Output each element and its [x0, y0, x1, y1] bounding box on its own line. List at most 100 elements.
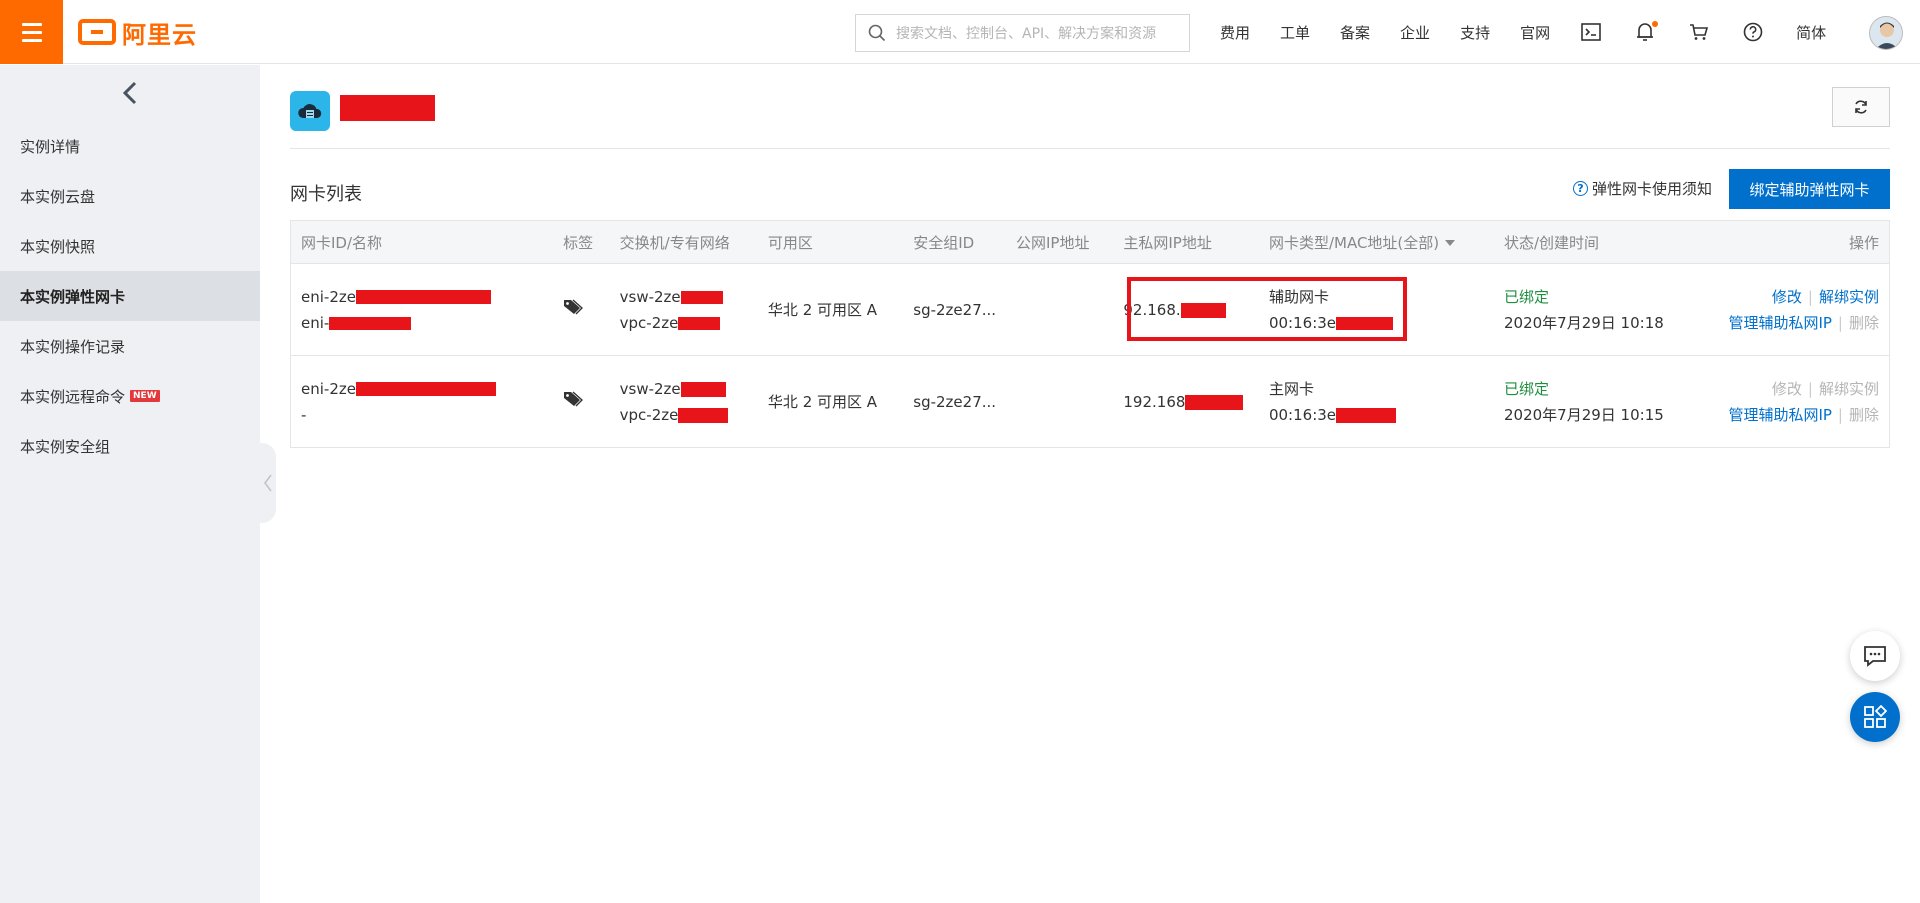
sidebar-item-instance-details[interactable]: 实例详情 [0, 121, 260, 171]
eni-name: - [301, 405, 307, 424]
tag-icon[interactable] [563, 390, 584, 407]
redacted-block [355, 290, 491, 304]
dropdown-triangle-icon [1445, 240, 1456, 246]
col-header-zone: 可用区 [757, 220, 904, 264]
table-header-row: 网卡ID/名称 标签 交换机/专有网络 可用区 安全组ID 公网IP地址 主私网… [290, 220, 1890, 264]
col-header-status: 状态/创建时间 [1493, 220, 1664, 264]
col-header-sg: 安全组ID [903, 220, 1006, 264]
redacted-block [678, 407, 729, 423]
terminal-icon[interactable] [1580, 21, 1602, 43]
apps-grid-icon [1864, 705, 1887, 728]
notification-dot [1652, 21, 1659, 27]
logo-text: 阿里云 [122, 20, 197, 49]
redacted-block [678, 316, 721, 330]
cell-sg[interactable]: sg-2ze27... [903, 263, 1006, 356]
vswitch-link[interactable]: vsw-2ze [620, 288, 681, 306]
col-header-private-ip: 主私网IP地址 [1113, 220, 1259, 264]
table-row: eni-2ze - vsw-2ze vpc-2ze 华北 2 可用区 A sg-… [290, 355, 1890, 448]
status-badge: 已绑定 [1503, 287, 1549, 306]
manage-secondary-ip-link[interactable]: 管理辅助私网IP [1728, 406, 1831, 424]
top-navbar: 阿里云 搜索文档、控制台、API、解决方案和资源 费用 工单 备案 企业 支持 … [0, 0, 1920, 64]
redacted-block [1336, 407, 1397, 423]
eni-id-link[interactable]: eni-2ze [301, 288, 356, 306]
redacted-block [1336, 316, 1394, 330]
eni-type: 主网卡 [1268, 379, 1314, 398]
unbind-instance-link: 解绑实例 [1818, 379, 1879, 398]
sidebar-collapse-handle[interactable] [260, 443, 276, 523]
cell-type-mac: 辅助网卡 00:16:3e [1258, 263, 1494, 356]
cell-public-ip [1005, 355, 1114, 448]
help-icon[interactable] [1742, 21, 1764, 43]
cell-private-ip: 92.168. [1113, 263, 1259, 356]
cart-icon[interactable] [1688, 21, 1710, 43]
nav-item-enterprise[interactable]: 企业 [1400, 22, 1430, 43]
cell-id: eni-2ze - [290, 355, 554, 448]
col-header-type-filter[interactable]: 网卡类型/MAC地址(全部) [1258, 220, 1494, 264]
apps-button[interactable] [1850, 692, 1900, 742]
user-avatar[interactable] [1869, 16, 1903, 50]
sidebar-item-security-group[interactable]: 本实例安全组 [0, 421, 260, 471]
search-placeholder: 搜索文档、控制台、API、解决方案和资源 [896, 26, 1157, 42]
status-badge: 已绑定 [1503, 379, 1549, 398]
sidebar-item-disks[interactable]: 本实例云盘 [0, 171, 260, 221]
brand-logo[interactable]: 阿里云 [78, 18, 197, 49]
vpc-link[interactable]: vpc-2ze [620, 406, 679, 424]
nav-item-support[interactable]: 支持 [1460, 22, 1490, 43]
created-time: 2020年7月29日 10:15 [1503, 405, 1664, 424]
sidebar-item-eni[interactable]: 本实例弹性网卡 [0, 271, 260, 321]
eni-help-link[interactable]: ? 弹性网卡使用须知 [1573, 178, 1712, 199]
manage-secondary-ip-link[interactable]: 管理辅助私网IP [1728, 314, 1831, 332]
search-input[interactable]: 搜索文档、控制台、API、解决方案和资源 [855, 14, 1190, 52]
language-switch[interactable]: 简体 [1796, 22, 1826, 43]
new-badge: NEW [130, 390, 160, 402]
chat-icon [1864, 646, 1886, 667]
redacted-block [1185, 394, 1244, 410]
col-header-actions: 操作 [1663, 220, 1890, 264]
nav-item-icp[interactable]: 备案 [1340, 22, 1370, 43]
edit-link[interactable]: 修改 [1772, 288, 1802, 306]
cell-private-ip: 192.168 [1113, 355, 1259, 448]
cell-status: 已绑定 2020年7月29日 10:15 [1493, 355, 1664, 448]
nav-item-fees[interactable]: 费用 [1220, 22, 1250, 43]
vpc-link[interactable]: vpc-2ze [620, 314, 679, 332]
sidebar-item-snapshots[interactable]: 本实例快照 [0, 221, 260, 271]
table-row: eni-2ze eni- vsw-2ze vpc-2ze 华北 2 可用区 A … [290, 263, 1890, 356]
bell-icon[interactable] [1634, 21, 1659, 43]
cell-actions: 修改 | 解绑实例 管理辅助私网IP | 删除 [1663, 355, 1890, 448]
bind-secondary-eni-button[interactable]: 绑定辅助弹性网卡 [1729, 169, 1890, 209]
menu-toggle-button[interactable] [0, 0, 63, 64]
section-title: 网卡列表 [290, 184, 362, 205]
cell-zone: 华北 2 可用区 A [757, 263, 904, 356]
nav-item-tickets[interactable]: 工单 [1280, 22, 1310, 43]
sidebar: 实例详情 本实例云盘 本实例快照 本实例弹性网卡 本实例操作记录 本实例远程命令… [0, 65, 260, 903]
instance-header [290, 65, 1890, 149]
redacted-block [355, 382, 496, 396]
sidebar-item-remote-command[interactable]: 本实例远程命令 NEW [0, 371, 260, 421]
vswitch-link[interactable]: vsw-2ze [620, 380, 681, 398]
cloud-server-icon [290, 91, 330, 131]
back-button[interactable] [0, 65, 260, 121]
mac-address: 00:16:3e [1268, 405, 1337, 424]
hamburger-icon [21, 22, 42, 26]
eni-type: 辅助网卡 [1268, 287, 1329, 306]
sidebar-item-operation-log[interactable]: 本实例操作记录 [0, 321, 260, 371]
redacted-block [1180, 302, 1226, 318]
refresh-button[interactable] [1832, 87, 1890, 127]
cell-vswitch: vsw-2ze vpc-2ze [609, 263, 758, 356]
top-nav: 费用 工单 备案 企业 支持 官网 简体 [1220, 0, 1856, 64]
tag-icon[interactable] [563, 298, 584, 315]
cell-zone: 华北 2 可用区 A [757, 355, 904, 448]
col-header-tags: 标签 [553, 220, 610, 264]
unbind-instance-link[interactable]: 解绑实例 [1819, 288, 1879, 306]
cell-tags [553, 263, 610, 356]
eni-id-link[interactable]: eni-2ze [301, 380, 356, 398]
delete-link: 删除 [1848, 313, 1879, 332]
col-header-id: 网卡ID/名称 [290, 220, 554, 264]
cell-type-mac: 主网卡 00:16:3e [1258, 355, 1494, 448]
nav-item-official-site[interactable]: 官网 [1520, 22, 1550, 43]
cell-sg[interactable]: sg-2ze27... [903, 355, 1006, 448]
redacted-block [329, 316, 412, 330]
instance-name-redacted [340, 95, 435, 121]
cell-vswitch: vsw-2ze vpc-2ze [609, 355, 758, 448]
chat-button[interactable] [1850, 631, 1900, 681]
